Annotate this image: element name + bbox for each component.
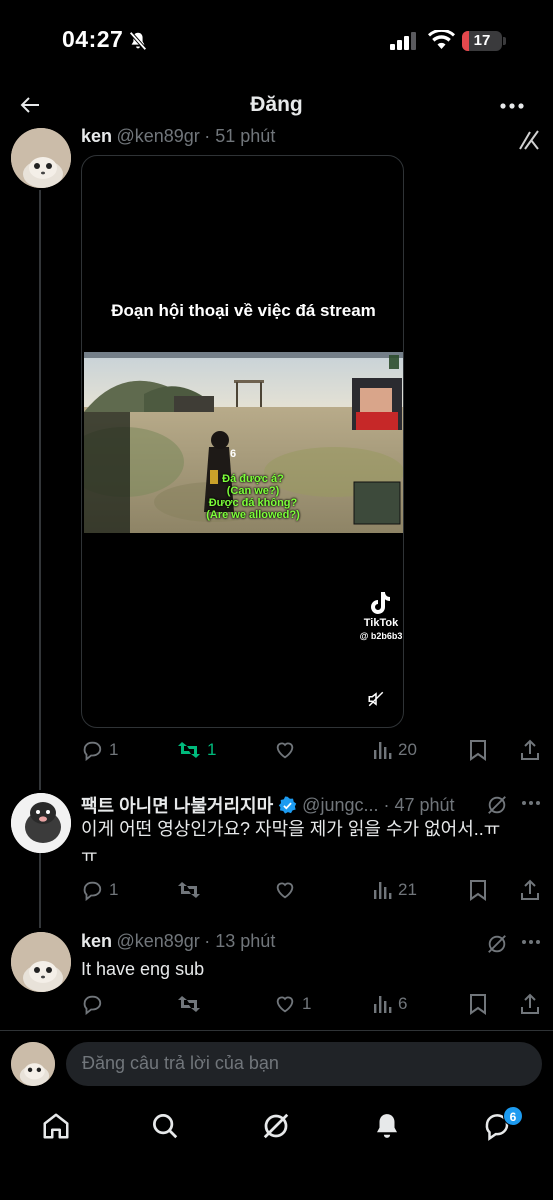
page-title: Đăng (250, 93, 303, 116)
tweet-actions: 1 21 (81, 879, 541, 903)
bookmark-button[interactable] (468, 993, 488, 1015)
repost-button[interactable]: 1 (177, 739, 216, 761)
avatar[interactable] (11, 793, 71, 853)
reply-icon (83, 741, 102, 761)
views-button[interactable]: 6 (372, 993, 407, 1015)
avatar[interactable] (11, 1042, 55, 1086)
views-icon (374, 742, 392, 759)
grok-icon[interactable] (486, 933, 508, 955)
home-icon[interactable] (41, 1111, 71, 1141)
video-player[interactable]: Đoạn hội thoại về việc đá stream 6 Đá đư… (81, 155, 404, 728)
repost-icon (178, 742, 200, 758)
tweet-header: 팩트 아니면 나불거리지마 @jungc... · 47 phút (81, 792, 455, 818)
author-handle[interactable]: @ken89gr (116, 931, 199, 951)
notifications-bell-icon[interactable] (372, 1111, 402, 1141)
tweet-header: ken @ken89gr · 13 phút (81, 931, 275, 952)
author-handle[interactable]: @jungc... (302, 795, 378, 816)
more-options-icon[interactable] (499, 94, 525, 118)
author-name[interactable]: ken (81, 126, 112, 146)
share-icon (521, 879, 539, 900)
tweet-text: 이게 어떤 영상인가요? 자막을 제가 읽을 수가 없어서..ㅠ ㅠ (81, 819, 501, 866)
messages-badge: 6 (503, 1106, 523, 1126)
thread-connector (39, 190, 41, 790)
battery-indicator: 17 (462, 31, 502, 51)
like-button[interactable] (274, 739, 302, 761)
heart-icon (276, 996, 294, 1013)
share-icon (521, 993, 539, 1014)
bell-muted-icon (127, 30, 149, 52)
tweet-time: · 51 phút (204, 126, 276, 146)
views-icon (374, 882, 392, 899)
author-name[interactable]: ken (81, 931, 112, 951)
repost-icon (178, 996, 200, 1012)
views-icon (374, 996, 392, 1013)
battery-nub (503, 37, 506, 45)
verified-badge-icon (278, 795, 297, 814)
grok-icon[interactable] (261, 1111, 291, 1141)
grok-icon[interactable] (486, 794, 508, 816)
share-button[interactable] (519, 739, 541, 761)
tweet-time: · 47 phút (383, 794, 455, 815)
grok-icon[interactable] (518, 130, 540, 150)
reply-icon (83, 995, 102, 1015)
video-subtitles: Đá được á? (Can we?) Được đá không? (Are… (206, 473, 300, 521)
bookmark-button[interactable] (468, 879, 488, 901)
like-button[interactable]: 1 (274, 993, 311, 1015)
bookmark-icon (470, 740, 486, 761)
like-button[interactable] (274, 879, 296, 901)
reply-icon (83, 881, 102, 901)
author-name[interactable]: 팩트 아니면 나불거리지마 (81, 792, 273, 818)
heart-icon (276, 742, 294, 759)
author-handle[interactable]: @ken89gr (116, 126, 199, 146)
wifi-icon (428, 30, 455, 50)
divider (0, 1030, 553, 1031)
signal-icon (390, 32, 418, 50)
mute-icon[interactable] (367, 690, 385, 708)
repost-button[interactable] (177, 879, 201, 901)
bookmark-button[interactable] (468, 739, 488, 761)
avatar[interactable] (11, 128, 71, 188)
views-button[interactable]: 21 (372, 879, 417, 901)
reply-button[interactable]: 1 (81, 739, 118, 761)
thread-connector (39, 850, 41, 928)
hud-number: 6 (230, 448, 237, 460)
more-options-icon[interactable] (521, 933, 541, 951)
bookmark-icon (470, 994, 486, 1015)
game-footage: 6 Đá được á? (Can we?) Được đá không? (A… (84, 352, 403, 533)
tweet-text: It have eng sub (81, 959, 205, 979)
avatar[interactable] (11, 932, 71, 992)
share-button[interactable] (519, 993, 541, 1015)
share-icon (521, 739, 539, 760)
tweet-header: ken @ken89gr · 51 phút (81, 126, 275, 147)
search-icon[interactable] (150, 1111, 180, 1141)
more-options-icon[interactable] (521, 794, 541, 812)
repost-icon (178, 882, 200, 898)
tweet-actions: 1 6 (81, 993, 541, 1017)
tiktok-label: TikTok (363, 617, 399, 629)
tweet-actions: 1 1 20 (81, 739, 541, 763)
views-button[interactable]: 20 (372, 739, 417, 761)
reply-button[interactable]: 1 (81, 879, 118, 901)
video-caption: Đoạn hội thoại về việc đá stream (111, 301, 376, 320)
tiktok-logo-icon (368, 590, 392, 616)
bookmark-icon (470, 880, 486, 901)
reply-placeholder: Đăng câu trả lời của bạn (82, 1053, 279, 1073)
status-time: 04:27 (62, 26, 124, 52)
reply-button[interactable] (81, 993, 103, 1015)
tiktok-user: @ b2b6b3 (359, 631, 403, 641)
share-button[interactable] (519, 879, 541, 901)
tweet-time: · 13 phút (204, 931, 276, 951)
heart-icon (276, 882, 294, 899)
repost-button[interactable] (177, 993, 201, 1015)
